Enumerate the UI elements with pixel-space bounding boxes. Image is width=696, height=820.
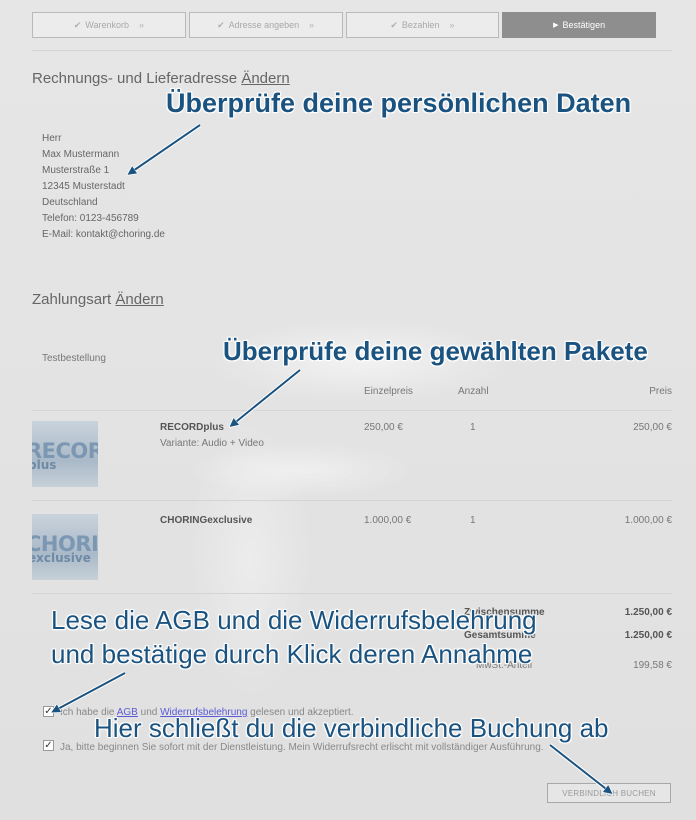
annotation-packages: Überprüfe deine gewählten Pakete — [223, 336, 648, 366]
annotation-arrows — [0, 123, 696, 820]
annotation-personal-data: Überprüfe deine persönlichen Daten — [166, 88, 632, 118]
arrow-icon — [548, 743, 610, 792]
annotation-booking: Hier schließt du die verbindliche Buchun… — [94, 713, 609, 743]
arrow-icon — [54, 671, 126, 711]
annotation-terms-line: Lese die AGB und die Widerrufsbelehrung — [51, 605, 537, 635]
arrow-icon — [130, 123, 202, 173]
arrow-icon — [232, 368, 302, 425]
annotation-terms-line: und bestätige durch Klick deren Annahme — [51, 639, 533, 669]
annotation-terms: Lese die AGB und die Widerrufsbelehrung … — [51, 603, 537, 671]
